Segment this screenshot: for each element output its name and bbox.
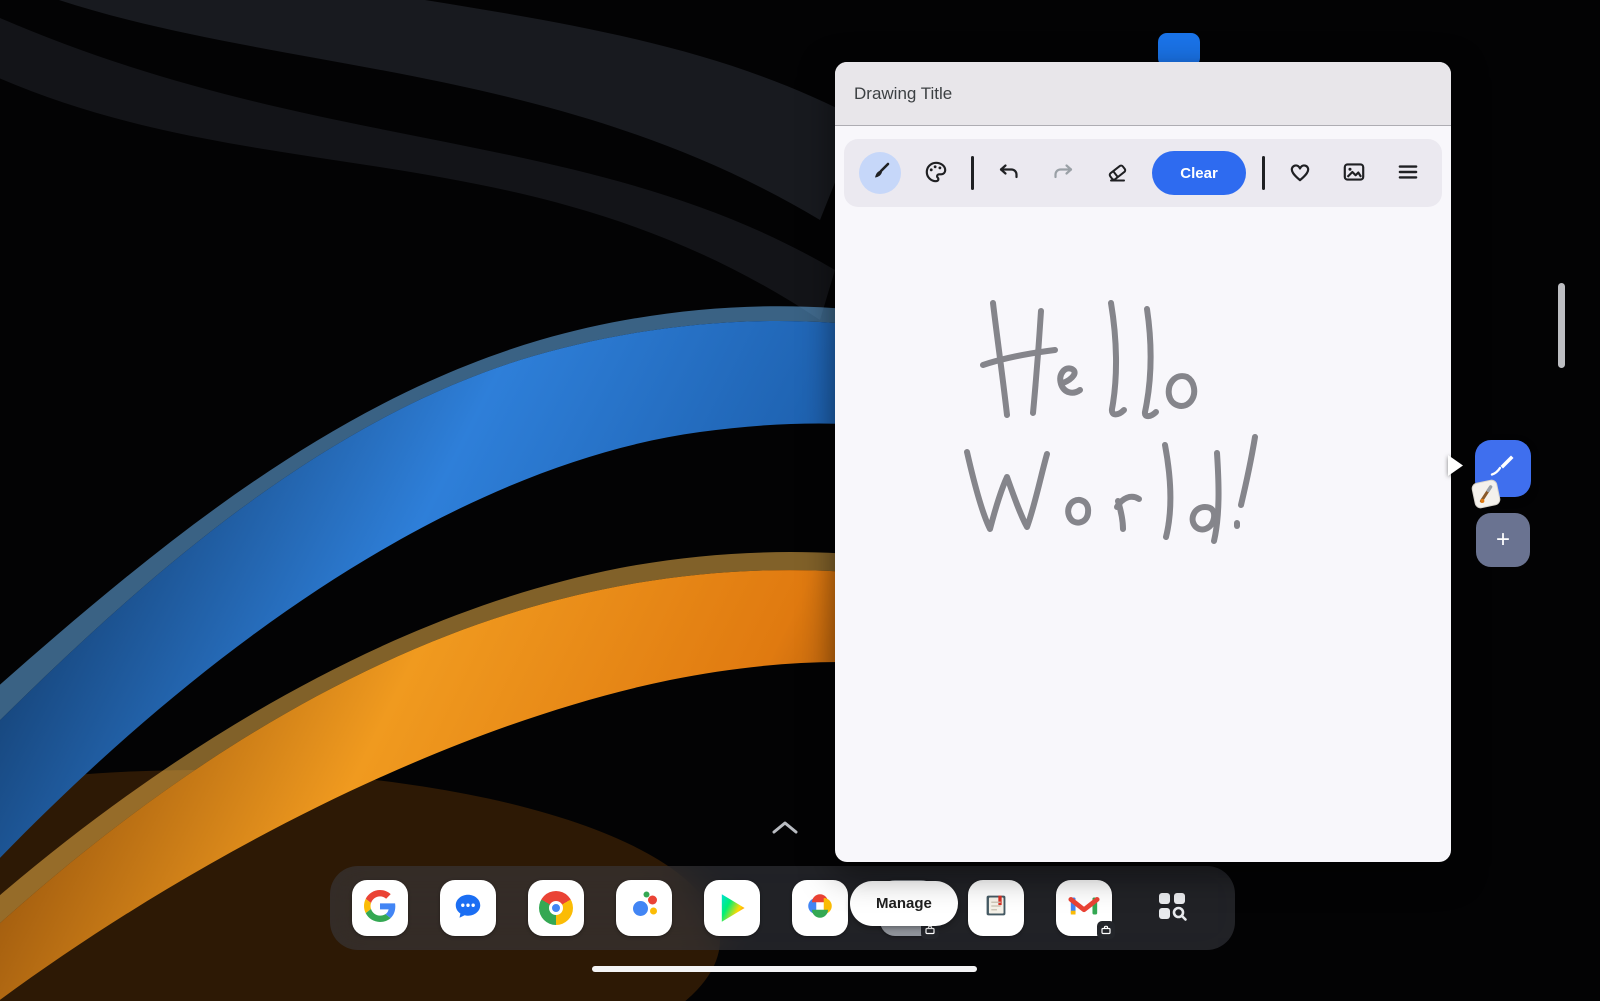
work-profile-badge-icon xyxy=(1097,921,1115,939)
manage-button[interactable]: Manage xyxy=(850,881,958,926)
app-icon-assistant[interactable] xyxy=(616,880,672,936)
menu-icon xyxy=(1395,159,1421,188)
app-icon-messages[interactable] xyxy=(440,880,496,936)
edge-scrollbar[interactable] xyxy=(1558,283,1565,368)
window-titlebar[interactable]: Drawing Title xyxy=(835,62,1451,126)
app-grid-search-icon xyxy=(1152,886,1192,931)
play-store-triangle-icon xyxy=(717,893,747,923)
drawing-canvas[interactable] xyxy=(835,207,1451,862)
palette-tool-button[interactable] xyxy=(917,154,955,192)
redo-button[interactable] xyxy=(1044,154,1082,192)
clear-button[interactable]: Clear xyxy=(1152,151,1246,195)
chrome-icon xyxy=(539,891,573,925)
insert-image-icon xyxy=(1341,159,1367,188)
brush-tool-button[interactable] xyxy=(859,152,901,194)
gmail-m-icon xyxy=(1068,890,1100,927)
eraser-tool-button[interactable] xyxy=(1098,154,1136,192)
drawing-app-window: Drawing Title xyxy=(835,62,1451,862)
desktop: Drawing Title xyxy=(0,0,1600,1001)
app-drawer-search-button[interactable] xyxy=(1144,880,1200,936)
app-icon-play-store[interactable] xyxy=(704,880,760,936)
palette-icon xyxy=(923,159,949,188)
toolbar-separator xyxy=(971,156,974,190)
drawing-toolbar: Clear xyxy=(844,139,1442,207)
app-icon-photos[interactable] xyxy=(792,880,848,936)
app-icon-play-books[interactable] xyxy=(968,880,1024,936)
window-title: Drawing Title xyxy=(854,84,952,104)
favorite-heart-icon xyxy=(1287,159,1313,188)
eraser-icon xyxy=(1105,160,1129,187)
window-expand-arrow[interactable] xyxy=(1447,454,1464,477)
insert-image-button[interactable] xyxy=(1335,154,1373,192)
stylus-tools-button[interactable] xyxy=(1475,440,1531,497)
toolbar-separator xyxy=(1262,156,1265,190)
gesture-navigation-bar[interactable] xyxy=(592,966,977,972)
undo-icon xyxy=(997,160,1021,187)
redo-icon xyxy=(1051,160,1075,187)
undo-button[interactable] xyxy=(990,154,1028,192)
app-icon-google[interactable] xyxy=(352,880,408,936)
book-icon xyxy=(980,890,1012,927)
chat-bubble-icon xyxy=(452,890,484,927)
handwriting-hello-world xyxy=(967,303,1255,541)
app-icon-gmail[interactable] xyxy=(1056,880,1112,936)
brush-icon xyxy=(868,160,892,187)
menu-button[interactable] xyxy=(1389,154,1427,192)
google-g-icon xyxy=(364,890,396,927)
plus-icon: + xyxy=(1496,526,1510,554)
dock-expand-caret-icon[interactable] xyxy=(770,818,800,838)
app-icon-chrome[interactable] xyxy=(528,880,584,936)
brush-sticker-thumbnail xyxy=(1471,479,1502,510)
photos-pinwheel-icon xyxy=(804,890,836,927)
favorite-button[interactable] xyxy=(1281,154,1319,192)
taskbar-dock: Manage xyxy=(330,866,1235,950)
add-note-button[interactable]: + xyxy=(1476,513,1530,567)
manage-button-label: Manage xyxy=(876,895,932,912)
assistant-dots-icon xyxy=(627,889,661,928)
